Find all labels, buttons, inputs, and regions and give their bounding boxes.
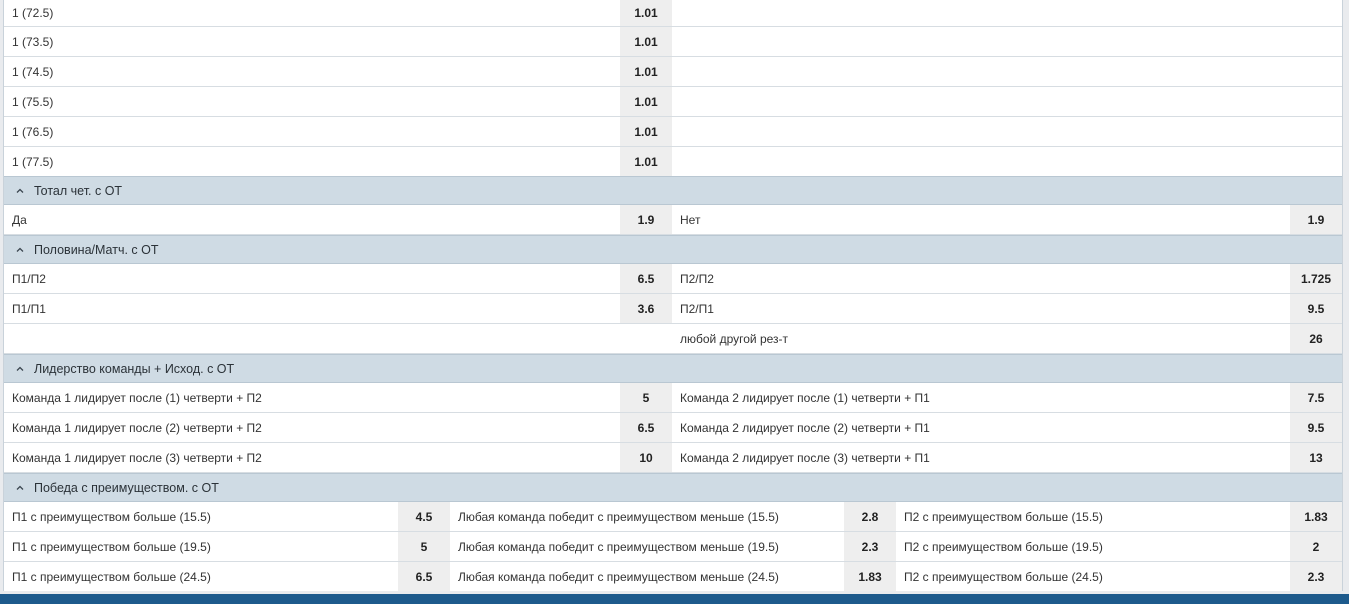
market-row: П1 с преимуществом больше (19.5) 5 Любая… [4,532,1342,562]
market-row: 1 (77.5) 1.01 [4,147,1342,176]
section-title: Победа с преимуществом. с ОТ [34,480,219,495]
market-row: Да 1.9 Нет 1.9 [4,205,1342,235]
outcome-label[interactable]: Команда 1 лидирует после (1) четверти + … [4,383,620,412]
market-row: 1 (74.5) 1.01 [4,57,1342,87]
section-title: Половина/Матч. с ОТ [34,242,159,257]
outcome-label[interactable]: Да [4,205,620,234]
outcome-label[interactable]: Команда 2 лидирует после (3) четверти + … [672,443,1290,472]
odds-button[interactable]: 3.6 [620,294,672,323]
market-row: П1 с преимуществом больше (24.5) 6.5 Люб… [4,562,1342,591]
odds-button[interactable]: 9.5 [1290,294,1342,323]
outcome-label[interactable]: 1 (72.5) [4,0,620,26]
odds-button[interactable]: 10 [620,443,672,472]
chevron-up-icon [14,244,26,256]
odds-button[interactable]: 2.3 [844,532,896,561]
outcome-label[interactable]: Нет [672,205,1290,234]
odds-button[interactable]: 6.5 [620,413,672,442]
outcome-label[interactable]: Команда 2 лидирует после (2) четверти + … [672,413,1290,442]
outcome-label[interactable]: П2 с преимуществом больше (15.5) [896,502,1290,531]
section-header-half-match[interactable]: Половина/Матч. с ОТ [4,235,1342,264]
section-header-win-margin[interactable]: Победа с преимуществом. с ОТ [4,473,1342,502]
odds-button[interactable]: 1.83 [1290,502,1342,531]
outcome-label[interactable]: П2 с преимуществом больше (19.5) [896,532,1290,561]
section-header-total-even[interactable]: Тотал чет. с ОТ [4,176,1342,205]
outcome-label[interactable]: Команда 1 лидирует после (3) четверти + … [4,443,620,472]
outcome-label[interactable]: Команда 1 лидирует после (2) четверти + … [4,413,620,442]
section-title: Лидерство команды + Исход. с ОТ [34,361,235,376]
market-row: 1 (72.5) 1.01 [4,0,1342,27]
chevron-up-icon [14,363,26,375]
odds-button[interactable]: 7.5 [1290,383,1342,412]
outcome-label[interactable]: П2 с преимуществом больше (24.5) [896,562,1290,591]
odds-button[interactable]: 2.8 [844,502,896,531]
odds-button[interactable]: 1.01 [620,0,672,26]
outcome-label[interactable]: Команда 2 лидирует после (1) четверти + … [672,383,1290,412]
market-row: П1/П1 3.6 П2/П1 9.5 [4,294,1342,324]
outcome-label[interactable]: Любая команда победит с преимуществом ме… [450,562,844,591]
market-row: 1 (75.5) 1.01 [4,87,1342,117]
outcome-label[interactable]: П1 с преимуществом больше (19.5) [4,532,398,561]
outcome-label[interactable]: Любая команда победит с преимуществом ме… [450,532,844,561]
bottom-bar [0,594,1349,604]
odds-button[interactable]: 1.725 [1290,264,1342,293]
odds-button[interactable]: 26 [1290,324,1342,353]
odds-button[interactable]: 1.01 [620,87,672,116]
odds-button[interactable]: 1.9 [620,205,672,234]
market-row: 1 (76.5) 1.01 [4,117,1342,147]
outcome-label[interactable]: Любая команда победит с преимуществом ме… [450,502,844,531]
section-title: Тотал чет. с ОТ [34,183,123,198]
odds-button[interactable]: 1.01 [620,117,672,146]
markets-table: 1 (72.5) 1.01 1 (73.5) 1.01 1 (74.5) 1.0… [3,0,1343,591]
empty-odds [620,324,672,353]
odds-button[interactable]: 1.9 [1290,205,1342,234]
outcome-label[interactable]: П1 с преимуществом больше (24.5) [4,562,398,591]
odds-button[interactable]: 6.5 [398,562,450,591]
market-row: Команда 1 лидирует после (3) четверти + … [4,443,1342,473]
outcome-label[interactable]: П2/П2 [672,264,1290,293]
market-row: П1/П2 6.5 П2/П2 1.725 [4,264,1342,294]
odds-button[interactable]: 9.5 [1290,413,1342,442]
outcome-label[interactable]: П1 с преимуществом больше (15.5) [4,502,398,531]
odds-button[interactable]: 2 [1290,532,1342,561]
outcome-label[interactable]: 1 (76.5) [4,117,620,146]
empty-outcome [4,324,620,353]
outcome-label[interactable]: любой другой рез-т [672,324,1290,353]
odds-button[interactable]: 2.3 [1290,562,1342,591]
market-row: Команда 1 лидирует после (1) четверти + … [4,383,1342,413]
section-header-team-lead[interactable]: Лидерство команды + Исход. с ОТ [4,354,1342,383]
outcome-label[interactable]: П1/П2 [4,264,620,293]
outcome-label[interactable]: П2/П1 [672,294,1290,323]
market-row: П1 с преимуществом больше (15.5) 4.5 Люб… [4,502,1342,532]
odds-button[interactable]: 5 [398,532,450,561]
chevron-up-icon [14,482,26,494]
odds-button[interactable]: 1.01 [620,147,672,176]
odds-button[interactable]: 1.83 [844,562,896,591]
outcome-label[interactable]: П1/П1 [4,294,620,323]
odds-button[interactable]: 13 [1290,443,1342,472]
odds-button[interactable]: 1.01 [620,57,672,86]
market-row: Команда 1 лидирует после (2) четверти + … [4,413,1342,443]
odds-button[interactable]: 6.5 [620,264,672,293]
outcome-label[interactable]: 1 (75.5) [4,87,620,116]
market-row: 1 (73.5) 1.01 [4,27,1342,57]
odds-button[interactable]: 1.01 [620,27,672,56]
odds-button[interactable]: 5 [620,383,672,412]
outcome-label[interactable]: 1 (74.5) [4,57,620,86]
outcome-label[interactable]: 1 (73.5) [4,27,620,56]
odds-button[interactable]: 4.5 [398,502,450,531]
market-row: любой другой рез-т 26 [4,324,1342,354]
outcome-label[interactable]: 1 (77.5) [4,147,620,176]
chevron-up-icon [14,185,26,197]
